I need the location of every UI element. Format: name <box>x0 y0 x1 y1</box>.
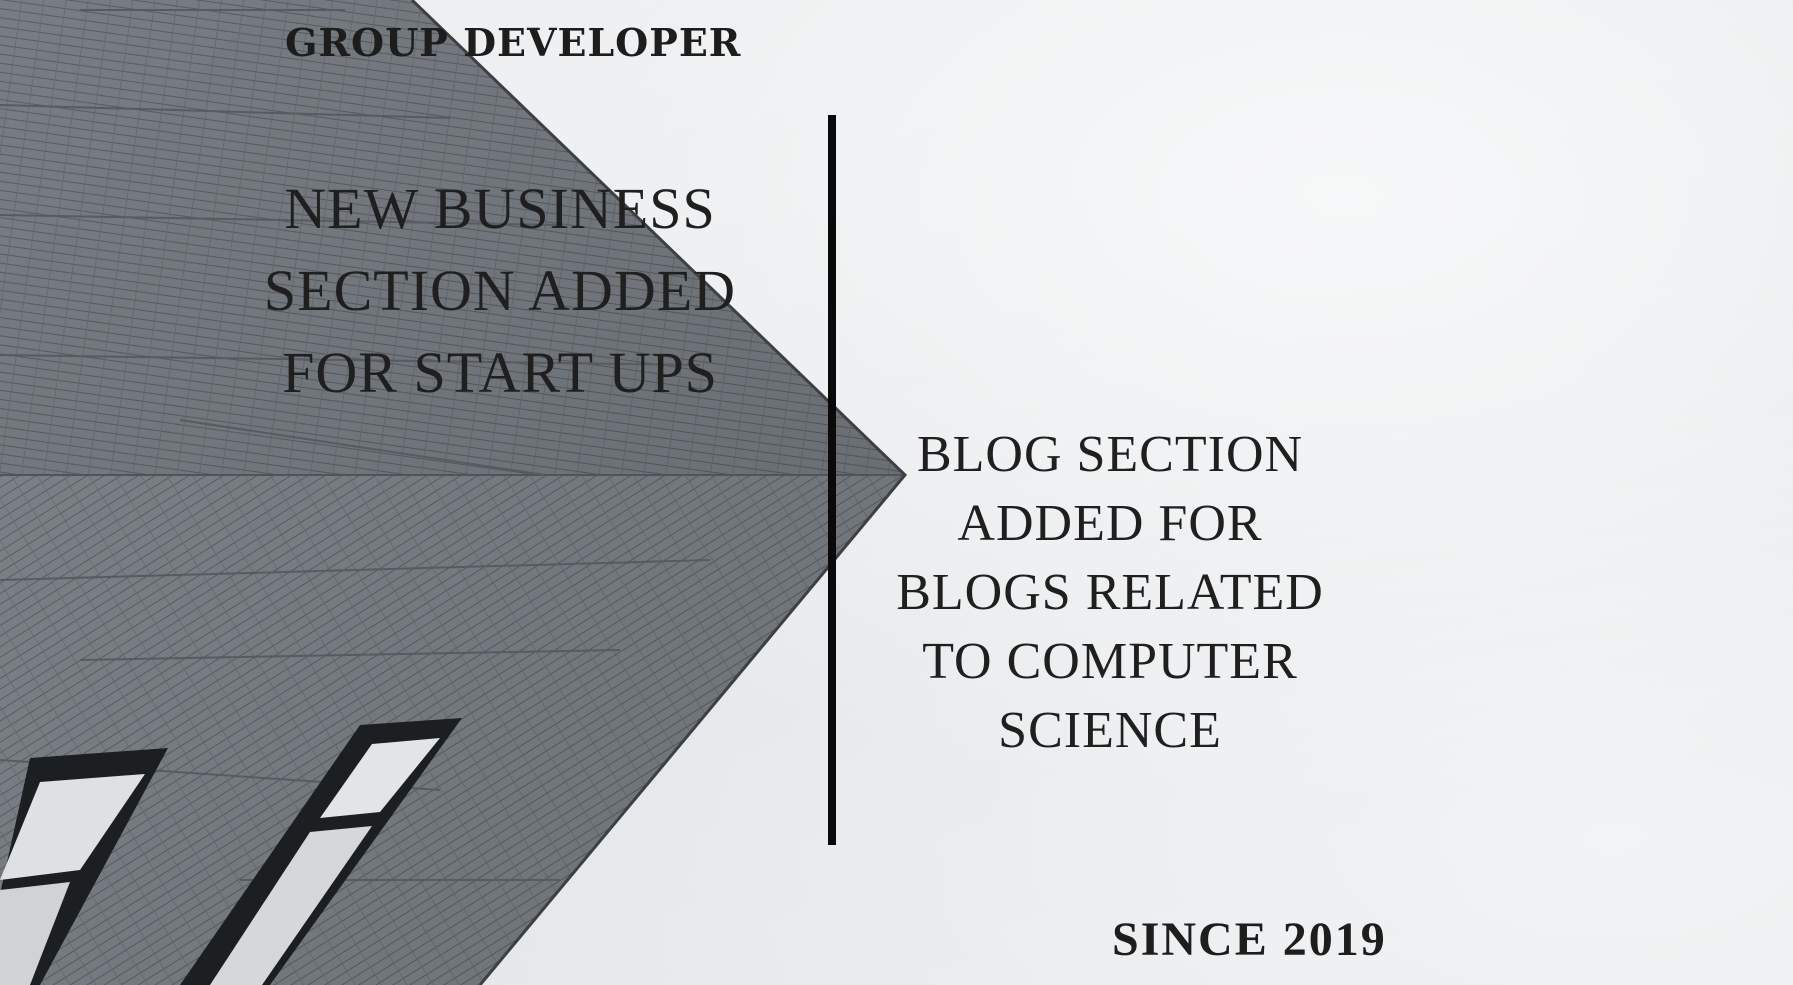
headline-line: SECTION ADDED <box>263 258 737 323</box>
blog-announcement: BLOG SECTION ADDED FOR BLOGS RELATED TO … <box>860 420 1360 765</box>
vertical-divider <box>828 115 836 845</box>
blog-line: BLOG SECTION <box>916 426 1304 483</box>
blog-line: SCIENCE <box>998 702 1222 759</box>
blog-line: BLOGS RELATED <box>896 564 1324 621</box>
headline-line: NEW BUSINESS <box>284 176 716 241</box>
headline: NEW BUSINESS SECTION ADDED FOR START UPS <box>200 168 800 414</box>
brand-title: GROUP DEVELOPER <box>285 20 742 65</box>
blog-line: TO COMPUTER <box>922 633 1298 690</box>
blog-line: ADDED FOR <box>957 495 1263 552</box>
since-label: SINCE 2019 <box>1112 913 1387 966</box>
headline-line: FOR START UPS <box>282 340 718 405</box>
